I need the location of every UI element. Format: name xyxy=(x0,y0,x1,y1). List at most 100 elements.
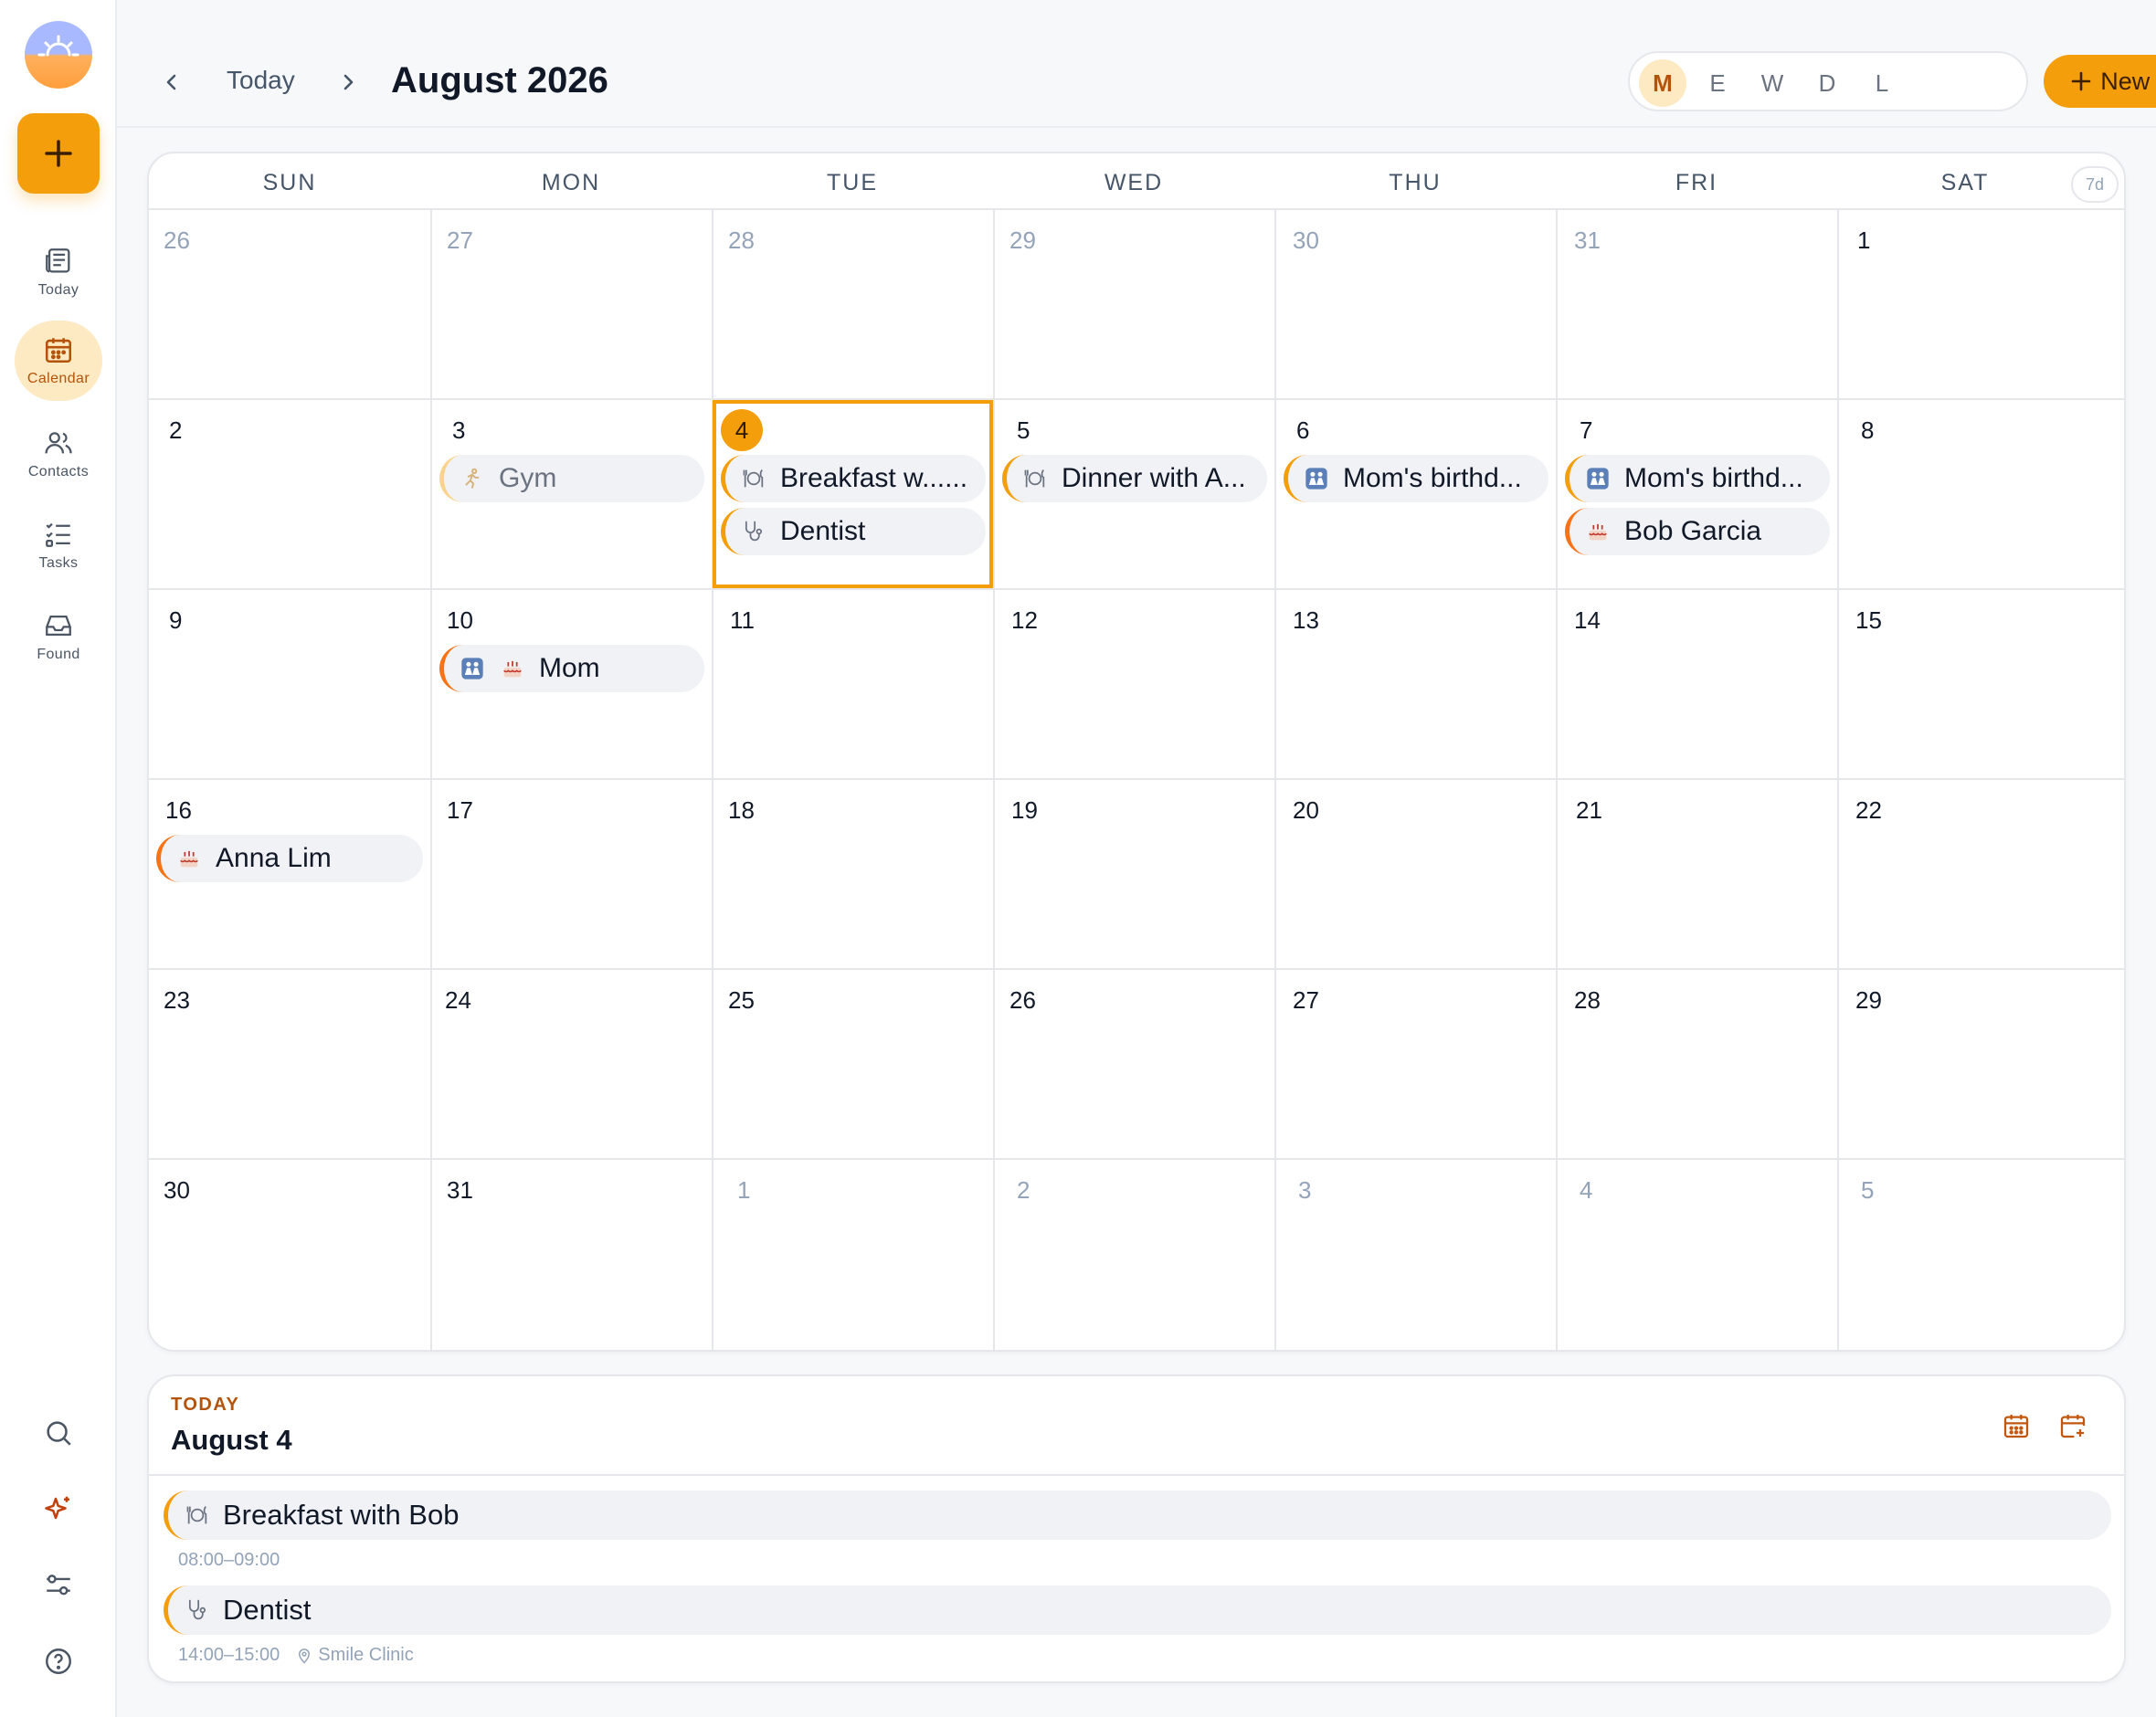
agenda-event[interactable]: Breakfast with Bob xyxy=(164,1491,2111,1540)
plus-icon xyxy=(45,140,72,167)
plate-cutlery-icon xyxy=(183,1501,212,1530)
weekday-header: THU xyxy=(1389,170,1442,195)
day-number[interactable]: 31 xyxy=(447,1176,473,1205)
day-number[interactable]: 11 xyxy=(730,606,755,635)
day-number[interactable]: 1 xyxy=(737,1176,750,1205)
sidebar-item-today[interactable]: Today xyxy=(15,232,102,312)
agenda-title: August 4 xyxy=(171,1424,292,1456)
day-number[interactable]: 12 xyxy=(1011,606,1038,635)
agenda-event-meta: 14:00–15:00 Smile Clinic xyxy=(178,1645,414,1666)
sidebar-item-calendar[interactable]: Calendar xyxy=(15,321,102,401)
event-chip-breakfast[interactable]: Breakfast w...... xyxy=(721,455,986,502)
day-number[interactable]: 5 xyxy=(1861,1176,1874,1205)
chevron-left-icon xyxy=(166,74,176,90)
next-month-button[interactable] xyxy=(330,64,366,100)
event-chip-bob-garcia[interactable]: Bob Garcia xyxy=(1565,508,1830,555)
day-number[interactable]: 5 xyxy=(1017,416,1030,445)
day-number[interactable]: 18 xyxy=(728,796,755,825)
day-number[interactable]: 28 xyxy=(1574,986,1601,1015)
event-title: Gym xyxy=(499,463,557,493)
calendar-add-icon[interactable] xyxy=(2053,1406,2093,1446)
event-chip-gym[interactable]: Gym xyxy=(439,455,704,502)
agenda-event[interactable]: Dentist xyxy=(164,1585,2111,1635)
range-badge[interactable]: 7d xyxy=(2071,166,2119,203)
view-day-button[interactable]: D xyxy=(1803,59,1851,107)
grid-line xyxy=(149,398,2124,400)
birthday-cake-icon xyxy=(1584,518,1612,545)
stethoscope-icon xyxy=(740,518,767,545)
sparkle-icon[interactable] xyxy=(38,1490,79,1530)
day-number[interactable]: 27 xyxy=(1293,986,1319,1015)
day-number[interactable]: 16 xyxy=(165,796,192,825)
day-number[interactable]: 29 xyxy=(1855,986,1882,1015)
day-number[interactable]: 30 xyxy=(164,1176,190,1205)
day-number[interactable]: 21 xyxy=(1576,796,1602,825)
event-chip-moms-birthday[interactable]: Mom's birthd... xyxy=(1565,455,1830,502)
event-title: Anna Lim xyxy=(216,843,332,873)
birthday-cake-icon xyxy=(499,655,526,682)
day-number[interactable]: 7 xyxy=(1580,416,1592,445)
event-chip-dentist[interactable]: Dentist xyxy=(721,508,986,555)
location-pin-icon xyxy=(299,1648,311,1664)
event-chip-moms-birthday[interactable]: Mom's birthd... xyxy=(1284,455,1548,502)
day-number[interactable]: 3 xyxy=(452,416,465,445)
day-number[interactable]: 10 xyxy=(447,606,473,635)
day-number[interactable]: 14 xyxy=(1574,606,1601,635)
view-list-button[interactable]: L xyxy=(1858,59,1906,107)
new-event-button[interactable]: New event xyxy=(2044,55,2156,108)
header: Today August 2026 M E W D L New event xyxy=(117,0,2156,128)
view-e-button[interactable]: E xyxy=(1694,59,1741,107)
previous-month-button[interactable] xyxy=(153,64,190,100)
day-number[interactable]: 30 xyxy=(1293,226,1319,255)
day-number[interactable]: 1 xyxy=(1857,226,1870,255)
event-chip-anna-lim[interactable]: Anna Lim xyxy=(156,835,423,882)
event-chip-dinner[interactable]: Dinner with A... xyxy=(1002,455,1267,502)
sidebar-item-found[interactable]: Found xyxy=(15,596,102,677)
view-week-button[interactable]: W xyxy=(1749,59,1796,107)
sidebar-item-label: Calendar xyxy=(26,371,90,386)
day-number[interactable]: 27 xyxy=(447,226,473,255)
weekday-header: SUN xyxy=(262,170,317,195)
sidebar-item-contacts[interactable]: Contacts xyxy=(15,414,102,494)
tasks-icon xyxy=(46,522,70,547)
day-number[interactable]: 29 xyxy=(1009,226,1036,255)
day-number[interactable]: 13 xyxy=(1293,606,1319,635)
app-logo[interactable] xyxy=(25,21,92,89)
today-button[interactable]: Today xyxy=(227,66,295,95)
view-switcher: M E W D L xyxy=(1628,51,2028,111)
grid-line xyxy=(149,588,2124,590)
agenda-event-time: 08:00–09:00 xyxy=(178,1550,280,1570)
event-title: Mom's birthd... xyxy=(1343,463,1522,493)
day-number[interactable]: 8 xyxy=(1861,416,1874,445)
day-number[interactable]: 2 xyxy=(169,416,182,445)
calendar-icon[interactable] xyxy=(1996,1406,2036,1446)
day-number[interactable]: 26 xyxy=(1009,986,1036,1015)
day-number[interactable]: 23 xyxy=(164,986,190,1015)
sidebar: Today Calendar Contacts Tasks Found xyxy=(0,0,117,1717)
day-number[interactable]: 26 xyxy=(164,226,190,255)
day-number[interactable]: 28 xyxy=(728,226,755,255)
day-number[interactable]: 3 xyxy=(1298,1176,1311,1205)
sidebar-item-tasks[interactable]: Tasks xyxy=(15,505,102,585)
view-month-button[interactable]: M xyxy=(1639,59,1686,107)
day-number[interactable]: 4 xyxy=(1580,1176,1592,1205)
event-chip-mom[interactable]: Mom xyxy=(439,645,704,692)
day-number[interactable]: 9 xyxy=(169,606,182,635)
day-number[interactable]: 2 xyxy=(1017,1176,1030,1205)
day-number[interactable]: 22 xyxy=(1855,796,1882,825)
day-number[interactable]: 25 xyxy=(728,986,755,1015)
day-number[interactable]: 24 xyxy=(445,986,471,1015)
day-number[interactable]: 20 xyxy=(1293,796,1319,825)
quick-add-button[interactable] xyxy=(17,113,100,194)
today-marker[interactable]: 4 xyxy=(721,409,763,451)
sidebar-item-label: Today xyxy=(37,282,79,298)
day-number[interactable]: 31 xyxy=(1574,226,1601,255)
help-icon[interactable] xyxy=(38,1641,79,1681)
day-number[interactable]: 15 xyxy=(1855,606,1882,635)
day-number[interactable]: 17 xyxy=(447,796,473,825)
day-number[interactable]: 6 xyxy=(1296,416,1309,445)
weekday-header: FRI xyxy=(1675,170,1718,195)
search-icon[interactable] xyxy=(38,1413,79,1453)
settings-sliders-icon[interactable] xyxy=(38,1565,79,1606)
day-number[interactable]: 19 xyxy=(1011,796,1038,825)
